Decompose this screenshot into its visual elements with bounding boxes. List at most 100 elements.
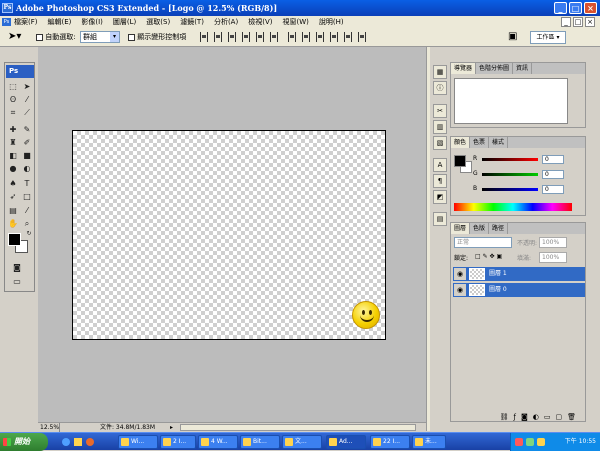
vertical-scrollbar[interactable] <box>426 47 430 431</box>
taskbar-button[interactable]: 22 I... <box>370 435 410 449</box>
blue-slider[interactable] <box>482 188 538 191</box>
tray-icon[interactable] <box>537 438 545 446</box>
history-brush-tool-icon[interactable]: ✐ <box>22 138 32 148</box>
tab-histogram[interactable]: 色階分佈圖 <box>476 63 514 74</box>
brushes-dock-icon[interactable]: ✂ <box>433 104 447 118</box>
zoom-level[interactable]: 12.5% <box>40 423 60 432</box>
paragraph-dock-icon[interactable]: ¶ <box>433 174 447 188</box>
bridge-icon[interactable]: ▣ <box>508 31 517 42</box>
new-group-icon[interactable]: ▭ <box>544 413 556 421</box>
doc-minimize-button[interactable]: _ <box>561 17 571 27</box>
align-vcenter-icon[interactable] <box>214 32 222 42</box>
taskbar-button[interactable]: Bit... <box>240 435 280 449</box>
lasso-tool-icon[interactable]: ʘ <box>8 95 18 105</box>
close-button[interactable]: × <box>584 2 597 14</box>
eye-icon[interactable]: ◉ <box>454 284 466 296</box>
align-right-icon[interactable] <box>270 32 278 42</box>
taskbar-button[interactable]: 未... <box>412 435 446 449</box>
distribute-bottom-icon[interactable] <box>316 32 324 42</box>
path-selection-tool-icon[interactable]: ➶ <box>8 192 18 202</box>
document-icon[interactable]: Ps <box>2 18 11 26</box>
red-slider[interactable] <box>482 158 538 161</box>
tab-swatches[interactable]: 色票 <box>470 137 490 148</box>
show-transform-checkbox[interactable] <box>128 33 135 41</box>
menu-filter[interactable]: 濾鏡(T) <box>180 16 204 28</box>
menu-help[interactable]: 說明(H) <box>319 16 344 28</box>
dodge-tool-icon[interactable]: ◐ <box>22 164 32 174</box>
actions-dock-icon[interactable]: ▤ <box>433 212 447 226</box>
align-left-icon[interactable] <box>242 32 250 42</box>
marquee-tool-icon[interactable]: ⬚ <box>8 82 18 92</box>
auto-select-dropdown[interactable]: 群組 ▾ <box>80 31 120 43</box>
green-value-input[interactable]: 0 <box>542 170 564 179</box>
doc-restore-button[interactable]: □ <box>573 17 583 27</box>
shape-tool-icon[interactable]: □ <box>22 192 32 202</box>
color-spectrum-bar[interactable] <box>454 203 572 211</box>
tool-presets-dock-icon[interactable]: ▥ <box>433 120 447 134</box>
menu-view[interactable]: 檢視(V) <box>248 16 272 28</box>
show-transform-option[interactable]: 顯示變形控制項 <box>128 32 186 42</box>
distribute-left-icon[interactable] <box>330 32 338 42</box>
auto-select-checkbox[interactable] <box>36 33 43 41</box>
tab-paths[interactable]: 路徑 <box>489 223 509 234</box>
tab-styles[interactable]: 樣式 <box>489 137 509 148</box>
info-dock-icon[interactable]: ⓘ <box>433 81 447 95</box>
clone-stamp-tool-icon[interactable]: ♜ <box>8 138 18 148</box>
taskbar-button[interactable]: 文... <box>282 435 322 449</box>
layer-row[interactable]: ◉ 圖層 0 <box>453 283 585 297</box>
blend-mode-dropdown[interactable]: 正常 <box>454 237 512 248</box>
red-value-input[interactable]: 0 <box>542 155 564 164</box>
menu-select[interactable]: 選取(S) <box>146 16 170 28</box>
green-slider[interactable] <box>482 173 538 176</box>
eye-icon[interactable]: ◉ <box>454 268 466 280</box>
align-hcenter-icon[interactable] <box>256 32 264 42</box>
swap-colors-icon[interactable]: ↻ <box>24 229 34 239</box>
layer-comps-dock-icon[interactable]: ◩ <box>433 190 447 204</box>
tab-layers[interactable]: 圖層 <box>451 223 471 234</box>
horizontal-scrollbar[interactable] <box>180 424 416 431</box>
eyedropper-tool-icon[interactable]: ⁄ <box>22 206 32 216</box>
clone-source-dock-icon[interactable]: ▧ <box>433 136 447 150</box>
media-quicklaunch-icon[interactable] <box>86 438 94 446</box>
character-dock-icon[interactable]: A <box>433 158 447 172</box>
align-bottom-icon[interactable] <box>228 32 236 42</box>
brush-tool-icon[interactable]: ✎ <box>22 125 32 135</box>
taskbar-button[interactable]: Wi... <box>118 435 158 449</box>
menu-analysis[interactable]: 分析(A) <box>214 16 238 28</box>
pen-tool-icon[interactable]: ♠ <box>8 179 18 189</box>
desktop-quicklaunch-icon[interactable] <box>74 438 82 446</box>
slice-tool-icon[interactable]: ⟋ <box>22 108 32 118</box>
workspace-button[interactable]: 工作區 ▾ <box>530 31 566 44</box>
move-tool-icon[interactable]: ➤▾ <box>8 31 21 42</box>
distribute-vcenter-icon[interactable] <box>302 32 310 42</box>
delete-layer-icon[interactable]: 🗑 <box>567 413 581 421</box>
move-tool-icon[interactable]: ➤ <box>22 82 32 92</box>
opacity-input[interactable]: 100% <box>539 237 567 248</box>
tray-icon[interactable] <box>515 438 523 446</box>
distribute-top-icon[interactable] <box>288 32 296 42</box>
type-tool-icon[interactable]: T <box>22 179 32 189</box>
fill-input[interactable]: 100% <box>539 252 567 263</box>
tray-icon[interactable] <box>526 438 534 446</box>
healing-brush-tool-icon[interactable]: ✚ <box>8 125 18 135</box>
menu-edit[interactable]: 編輯(E) <box>48 16 72 28</box>
foreground-color-swatch[interactable] <box>8 233 21 246</box>
link-layers-icon[interactable]: ⛓ <box>500 413 514 421</box>
quick-mask-icon[interactable]: ◙ <box>12 263 22 273</box>
new-layer-icon[interactable]: ▢ <box>555 413 567 421</box>
distribute-right-icon[interactable] <box>358 32 366 42</box>
color-panel-foreground-swatch[interactable] <box>454 155 466 167</box>
start-button[interactable]: 開始 <box>0 433 48 451</box>
blur-tool-icon[interactable]: ● <box>8 164 18 174</box>
gradient-tool-icon[interactable]: ■ <box>22 151 32 161</box>
taskbar-button[interactable]: 2 I... <box>160 435 196 449</box>
eraser-tool-icon[interactable]: ◧ <box>8 151 18 161</box>
hand-tool-icon[interactable]: ✋ <box>8 219 18 229</box>
blue-value-input[interactable]: 0 <box>542 185 564 194</box>
zoom-tool-icon[interactable]: ⌕ <box>22 219 32 229</box>
doc-close-button[interactable]: × <box>585 17 595 27</box>
tab-color[interactable]: 顏色 <box>451 137 471 148</box>
menu-image[interactable]: 影像(I) <box>81 16 103 28</box>
menu-file[interactable]: 檔案(F) <box>14 16 38 28</box>
magic-wand-tool-icon[interactable]: ⁄ <box>22 95 32 105</box>
